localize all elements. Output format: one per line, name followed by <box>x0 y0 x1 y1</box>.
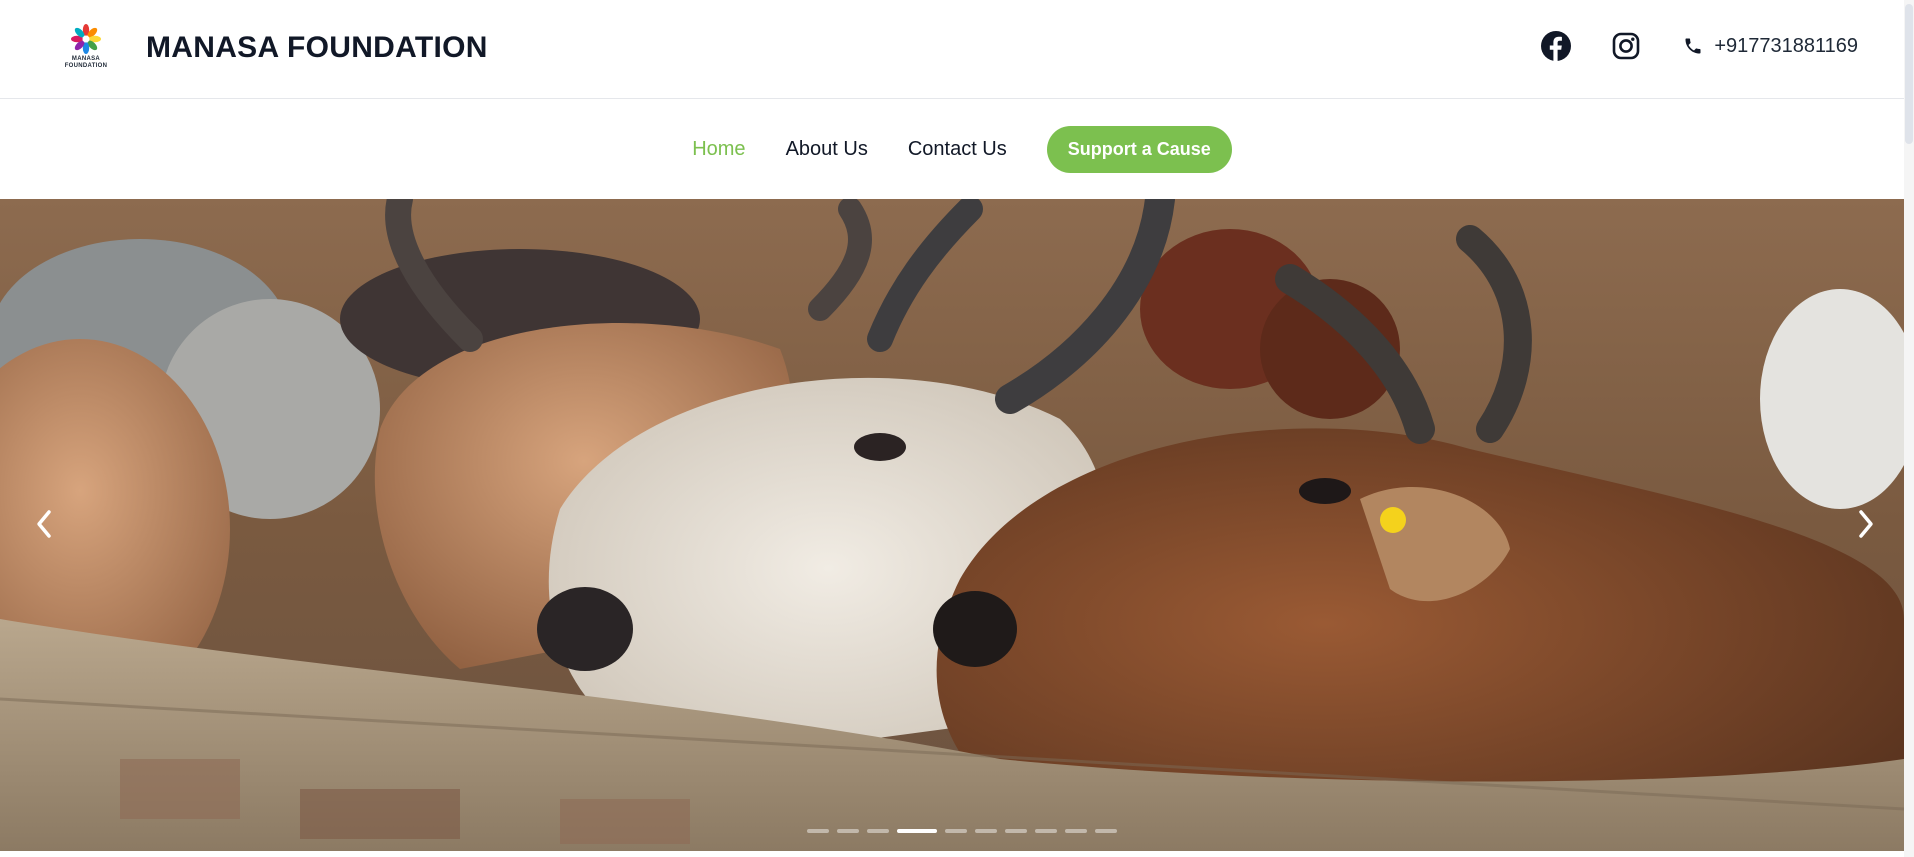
carousel-dot[interactable] <box>945 829 967 833</box>
hero-image <box>0 199 1904 851</box>
brand[interactable]: MANASA FOUNDATION MANASA FOUNDATION <box>58 20 488 76</box>
contact-bar: +917731881169 <box>1540 30 1858 62</box>
carousel-dot[interactable] <box>1065 829 1087 833</box>
carousel-next-button[interactable] <box>1846 499 1886 549</box>
phone-contact[interactable]: +917731881169 <box>1682 35 1858 58</box>
support-a-cause-button[interactable]: Support a Cause <box>1046 126 1232 173</box>
logo[interactable]: MANASA FOUNDATION <box>58 20 114 76</box>
chevron-right-icon <box>1859 510 1873 538</box>
chevron-left-icon <box>37 510 51 538</box>
carousel-prev-button[interactable] <box>24 499 64 549</box>
carousel-dot[interactable] <box>837 829 859 833</box>
logo-text-line2: FOUNDATION <box>64 63 108 69</box>
logo-text: MANASA FOUNDATION <box>58 56 114 70</box>
facebook-icon <box>1541 31 1572 61</box>
nav-contact-us[interactable]: Contact Us <box>908 138 1007 161</box>
logo-mark-icon <box>71 24 101 54</box>
logo-text-line1: MANASA <box>71 56 101 62</box>
instagram-icon <box>1613 32 1640 60</box>
top-header: MANASA FOUNDATION MANASA FOUNDATION +917… <box>0 0 1904 99</box>
carousel-indicators <box>0 829 1904 833</box>
carousel-dot[interactable] <box>1035 829 1057 833</box>
phone-icon <box>1682 35 1704 57</box>
carousel-dot[interactable] <box>867 829 889 833</box>
facebook-link[interactable] <box>1540 30 1572 62</box>
instagram-link[interactable] <box>1610 30 1642 62</box>
carousel-dot[interactable] <box>1095 829 1117 833</box>
carousel-dot[interactable] <box>1005 829 1027 833</box>
scrollbar-thumb[interactable] <box>1905 4 1913 144</box>
brand-name[interactable]: MANASA FOUNDATION <box>146 31 488 65</box>
carousel-dot-active[interactable] <box>897 829 937 833</box>
phone-number[interactable]: +917731881169 <box>1714 35 1858 58</box>
carousel-dot[interactable] <box>975 829 997 833</box>
main-nav: Home About Us Contact Us Support a Cause <box>0 100 1904 199</box>
page-scrollbar[interactable] <box>1904 0 1914 857</box>
hero-carousel <box>0 199 1904 851</box>
carousel-dot[interactable] <box>807 829 829 833</box>
nav-about-us[interactable]: About Us <box>786 138 868 161</box>
nav-home[interactable]: Home <box>692 138 745 161</box>
